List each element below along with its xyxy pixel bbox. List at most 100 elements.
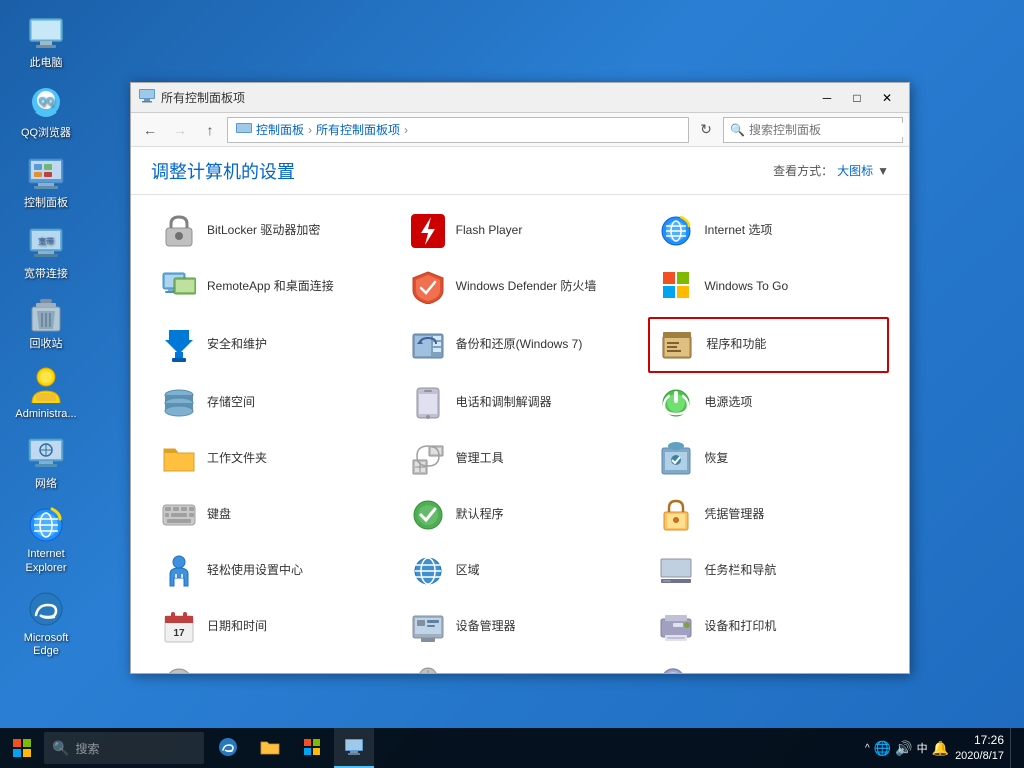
workfolders-icon <box>161 441 197 477</box>
cp-item-windows-to-go[interactable]: Windows To Go <box>648 261 889 313</box>
cp-window-title: 所有控制面板项 <box>161 89 813 106</box>
maximize-button[interactable]: □ <box>843 87 871 109</box>
windows-to-go-label: Windows To Go <box>704 279 788 295</box>
programs-label: 程序和功能 <box>706 337 766 353</box>
clock-time: 17:26 <box>955 732 1004 749</box>
refresh-button[interactable]: ↻ <box>693 117 719 143</box>
forward-button[interactable]: → <box>167 117 193 143</box>
desktop-icons: 此电脑 QQ QQ浏览器 <box>10 10 82 662</box>
backup-icon <box>410 327 446 363</box>
cp-item-ease[interactable]: 轻松使用设置中心 <box>151 545 392 597</box>
cp-item-power[interactable]: 电源选项 <box>648 377 889 429</box>
desktop-icon-this-pc[interactable]: 此电脑 <box>10 10 82 74</box>
minimize-button[interactable]: ─ <box>813 87 841 109</box>
cp-item-bitlocker[interactable]: BitLocker 驱动器加密 <box>151 205 392 257</box>
cp-header-title: 调整计算机的设置 <box>151 158 295 184</box>
desktop-icon-admin[interactable]: Administra... <box>10 361 82 425</box>
sound-icon <box>161 665 197 673</box>
taskbar-icon <box>658 553 694 589</box>
tray-volume[interactable]: 🔊 <box>895 740 912 757</box>
broadband-icon: 宽带 <box>26 225 66 265</box>
workfolders-label: 工作文件夹 <box>207 451 267 467</box>
search-icon: 🔍 <box>730 123 745 137</box>
storage-icon <box>161 385 197 421</box>
cp-item-datetime[interactable]: 17 日期和时间 <box>151 601 392 653</box>
cp-item-sound[interactable]: 声音 <box>151 657 392 673</box>
back-button[interactable]: ← <box>137 117 163 143</box>
desktop-icon-ie[interactable]: Internet Explorer <box>10 501 82 578</box>
desktop-icon-qq[interactable]: QQ QQ浏览器 <box>10 80 82 144</box>
cp-item-default-programs[interactable]: 默认程序 <box>400 489 641 541</box>
start-button[interactable] <box>0 728 44 768</box>
this-pc-label: 此电脑 <box>30 57 63 70</box>
cp-item-backup[interactable]: 备份和还原(Windows 7) <box>400 317 641 373</box>
tray-language[interactable]: 中 <box>917 740 928 756</box>
taskbar: 🔍 搜索 <box>0 728 1024 768</box>
desktop-icon-broadband[interactable]: 宽带 宽带连接 <box>10 221 82 285</box>
cp-item-flash[interactable]: Flash Player <box>400 205 641 257</box>
desktop-icon-edge[interactable]: Microsoft Edge <box>10 585 82 662</box>
region-label: 区域 <box>456 563 480 579</box>
recovery-label: 恢复 <box>704 451 728 467</box>
tray-chevron[interactable]: ^ <box>865 743 870 754</box>
admin-icon <box>26 365 66 405</box>
taskbar-explorer[interactable] <box>250 728 290 768</box>
cp-item-region[interactable]: 区域 <box>400 545 641 597</box>
close-button[interactable]: ✕ <box>873 87 901 109</box>
taskbar-search[interactable]: 🔍 搜索 <box>44 732 204 764</box>
flash-icon <box>410 213 446 249</box>
taskbar-store[interactable] <box>292 728 332 768</box>
cp-content: BitLocker 驱动器加密 Flash Player <box>131 195 909 673</box>
cp-item-programs[interactable]: 程序和功能 <box>648 317 889 373</box>
search-input[interactable] <box>749 123 904 137</box>
path-all-items[interactable]: 所有控制面板项 <box>316 121 400 138</box>
cp-item-internet-options[interactable]: Internet 选项 <box>648 205 889 257</box>
cp-item-mouse[interactable]: 鼠标 <box>400 657 641 673</box>
phone-icon <box>410 385 446 421</box>
devices-printers-label: 设备和打印机 <box>704 619 776 635</box>
taskbar-clock[interactable]: 17:26 2020/8/17 <box>955 732 1004 764</box>
cp-item-devices-printers[interactable]: 设备和打印机 <box>648 601 889 653</box>
cp-item-taskbar[interactable]: 任务栏和导航 <box>648 545 889 597</box>
tray-network[interactable]: 🌐 <box>874 740 891 757</box>
phone-label: 电话和调制解调器 <box>456 395 552 411</box>
cp-item-admintools[interactable]: 管理工具 <box>400 433 641 485</box>
qq-label: QQ浏览器 <box>21 127 71 140</box>
broadband-label: 宽带连接 <box>24 268 68 281</box>
taskbar-cpanel[interactable] <box>334 728 374 768</box>
internet-options-icon <box>658 213 694 249</box>
up-button[interactable]: ↑ <box>197 117 223 143</box>
taskbar-apps <box>208 728 374 768</box>
desktop-icon-recycle[interactable]: 回收站 <box>10 291 82 355</box>
taskbar-edge[interactable] <box>208 728 248 768</box>
show-desktop-button[interactable] <box>1010 728 1016 768</box>
desktop-icon-control-panel[interactable]: 控制面板 <box>10 150 82 214</box>
cp-item-storage[interactable]: 存储空间 <box>151 377 392 429</box>
view-selector[interactable]: 查看方式： 大图标 ▼ <box>773 162 889 179</box>
ie-label: Internet Explorer <box>14 548 78 574</box>
cp-item-devicemgr[interactable]: 设备管理器 <box>400 601 641 653</box>
security-label: 安全和维护 <box>207 337 267 353</box>
credentials-icon <box>658 497 694 533</box>
path-control-panel[interactable]: 控制面板 <box>256 121 304 138</box>
cp-window-icon <box>139 89 155 106</box>
windows-to-go-icon <box>658 269 694 305</box>
cp-item-recovery[interactable]: 恢复 <box>648 433 889 485</box>
bitlocker-icon <box>161 213 197 249</box>
cp-item-search-index[interactable]: 索引选项 <box>648 657 889 673</box>
cp-item-security[interactable]: 安全和维护 <box>151 317 392 373</box>
desktop-icon-network[interactable]: 网络 <box>10 431 82 495</box>
cp-item-remoteapp[interactable]: RemoteApp 和桌面连接 <box>151 261 392 313</box>
cp-item-phone[interactable]: 电话和调制解调器 <box>400 377 641 429</box>
credentials-label: 凭据管理器 <box>704 507 764 523</box>
tray-action-center[interactable]: 🔔 <box>932 740 949 757</box>
cp-item-credentials[interactable]: 凭据管理器 <box>648 489 889 541</box>
cp-header: 调整计算机的设置 查看方式： 大图标 ▼ <box>131 147 909 195</box>
cp-item-defender[interactable]: Windows Defender 防火墙 <box>400 261 641 313</box>
control-panel-window: 所有控制面板项 ─ □ ✕ ← → ↑ 控制面板 › 所有控制面板项 › <box>130 82 910 674</box>
programs-icon <box>660 327 696 363</box>
cp-item-keyboard[interactable]: 键盘 <box>151 489 392 541</box>
cp-item-workfolders[interactable]: 工作文件夹 <box>151 433 392 485</box>
view-value[interactable]: 大图标 <box>837 162 873 179</box>
address-path[interactable]: 控制面板 › 所有控制面板项 › <box>227 117 689 143</box>
